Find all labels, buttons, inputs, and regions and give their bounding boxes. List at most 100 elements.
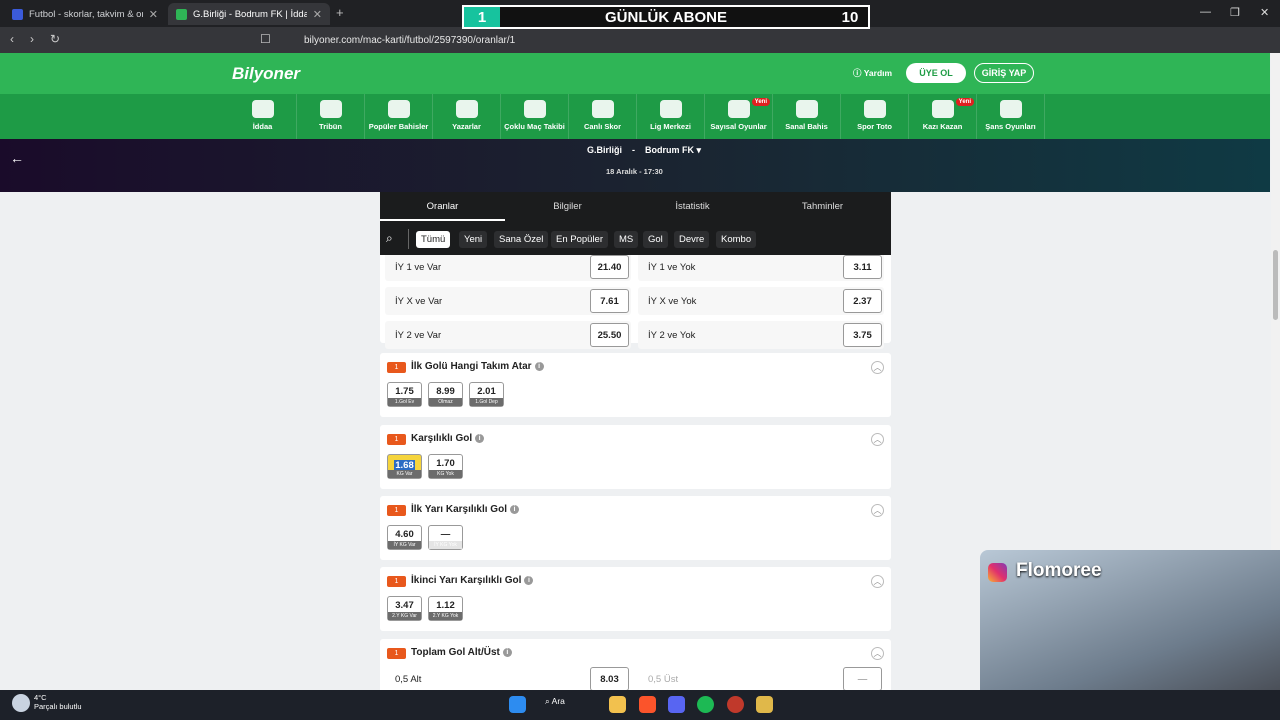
nav-item[interactable]: Lig Merkezi bbox=[637, 94, 705, 139]
forward-icon[interactable]: › bbox=[30, 32, 34, 46]
odds-row[interactable]: İY X ve Yok 2.37 bbox=[638, 287, 884, 315]
match-teams: G.Birliği - Bodrum FK ▾ bbox=[587, 145, 701, 156]
info-icon[interactable]: i bbox=[475, 433, 485, 443]
odds-button[interactable]: 1.70 KG Yok bbox=[428, 454, 463, 479]
nav-label: Lig Merkezi bbox=[650, 122, 691, 131]
nav-item[interactable]: Kazı Kazan Yeni bbox=[909, 94, 977, 139]
odds-row[interactable]: İY 1 ve Yok 3.11 bbox=[638, 255, 884, 281]
market-title-text: İkinci Yarı Karşılıklı Gol bbox=[411, 575, 522, 586]
odds-row[interactable]: İY 1 ve Var 21.40 bbox=[385, 255, 631, 281]
app-icon-2[interactable] bbox=[756, 696, 773, 713]
info-icon[interactable]: i bbox=[534, 361, 544, 371]
bilyoner-logo[interactable]: Bilyoner bbox=[232, 64, 300, 84]
nav-item[interactable]: Sanal Bahis bbox=[773, 94, 841, 139]
help-link[interactable]: ⓘ Yardım bbox=[853, 67, 892, 79]
collapse-icon[interactable]: ︿ bbox=[871, 361, 884, 374]
info-icon[interactable]: i bbox=[524, 575, 534, 585]
nav-item[interactable]: Çoklu Maç Takibi bbox=[501, 94, 569, 139]
nav-label: Sayısal Oyunlar bbox=[710, 122, 767, 131]
windows-start-icon[interactable] bbox=[509, 696, 526, 713]
browser-tab-flashscore[interactable]: Futbol - skorlar, takvim & oranlar | Sc … bbox=[4, 3, 166, 25]
overlay-left-number: 1 bbox=[464, 7, 500, 27]
filter-chip[interactable]: Devre bbox=[674, 231, 710, 248]
market-title-text: Toplam Gol Alt/Üst bbox=[411, 647, 500, 658]
odds-row[interactable]: İY 2 ve Var 25.50 bbox=[385, 321, 631, 349]
nav-item[interactable]: Yazarlar bbox=[433, 94, 501, 139]
nav-item[interactable]: Sayısal Oyunlar Yeni bbox=[705, 94, 773, 139]
weather-widget[interactable]: 4°C Parçalı bulutlu bbox=[34, 693, 82, 711]
odds-label: 1.Gol Ev bbox=[388, 398, 421, 406]
nav-label: Yazarlar bbox=[452, 122, 481, 131]
close-window-button[interactable]: ✕ bbox=[1260, 6, 1269, 19]
url-field[interactable]: bilyoner.com/mac-karti/futbol/2597390/or… bbox=[282, 30, 1002, 50]
market-badge: 1 bbox=[387, 576, 406, 587]
filter-chip[interactable]: Kombo bbox=[716, 231, 757, 248]
search-icon[interactable]: ⌕ bbox=[386, 231, 393, 246]
odds-button[interactable]: 2.01 1.Gol Dep bbox=[469, 382, 504, 407]
close-tab-icon[interactable]: ✕ bbox=[313, 8, 322, 21]
odds-value: 1.12 bbox=[436, 600, 455, 611]
tab-bilgiler[interactable]: Bilgiler bbox=[505, 201, 630, 212]
nav-item[interactable]: İddaa bbox=[229, 94, 297, 139]
tab-oranlar[interactable]: Oranlar bbox=[380, 201, 505, 212]
filter-chip[interactable]: Sana Özel bbox=[494, 231, 549, 248]
collapse-icon[interactable]: ︿ bbox=[871, 575, 884, 588]
file-explorer-icon[interactable] bbox=[609, 696, 626, 713]
reload-icon[interactable]: ↻ bbox=[50, 32, 60, 46]
info-icon[interactable]: i bbox=[509, 504, 519, 514]
odds-row[interactable]: İY X ve Var 7.61 bbox=[385, 287, 631, 315]
odds-value: 8.03 bbox=[590, 667, 629, 690]
brave-browser-icon[interactable] bbox=[639, 696, 656, 713]
filter-chip[interactable]: Gol bbox=[643, 231, 668, 248]
filter-chip[interactable]: Tümü bbox=[416, 231, 451, 248]
market-badge: 1 bbox=[387, 505, 406, 516]
odds-row[interactable]: İY 2 ve Yok 3.75 bbox=[638, 321, 884, 349]
odds-label: İY 1 ve Yok bbox=[648, 261, 696, 273]
weather-desc: Parçalı bulutlu bbox=[34, 702, 82, 711]
odds-tabs: Oranlar Bilgiler İstatistik Tahminler bbox=[380, 192, 891, 222]
odds-button[interactable]: — İY KG Yok bbox=[428, 525, 463, 550]
collapse-icon[interactable]: ︿ bbox=[871, 433, 884, 446]
back-icon[interactable]: ‹ bbox=[10, 32, 14, 46]
bookmark-icon[interactable]: ☐ bbox=[260, 32, 271, 46]
collapse-icon[interactable]: ︿ bbox=[871, 504, 884, 517]
info-icon[interactable]: i bbox=[502, 647, 512, 657]
away-team-dropdown[interactable]: Bodrum FK ▾ bbox=[645, 145, 701, 155]
filter-chip[interactable]: En Popüler bbox=[551, 231, 609, 248]
filter-chip[interactable]: Yeni bbox=[459, 231, 488, 248]
scrollbar-thumb[interactable] bbox=[1273, 250, 1278, 320]
nav-icon bbox=[591, 100, 614, 118]
odds-button[interactable]: 3.47 2.Y KG Var bbox=[387, 596, 422, 621]
close-tab-icon[interactable]: ✕ bbox=[149, 8, 158, 21]
signup-button[interactable]: ÜYE OL bbox=[906, 63, 966, 83]
collapse-icon[interactable]: ︿ bbox=[871, 647, 884, 660]
nav-item[interactable]: Şans Oyunları bbox=[977, 94, 1045, 139]
odds-row[interactable]: 0,5 Üst — bbox=[638, 665, 884, 690]
odds-button[interactable]: 8.99 Olmaz bbox=[428, 382, 463, 407]
maximize-button[interactable]: ❐ bbox=[1230, 6, 1240, 19]
nav-item[interactable]: Popüler Bahisler bbox=[365, 94, 433, 139]
minimize-button[interactable]: — bbox=[1200, 6, 1211, 18]
app-icon[interactable] bbox=[727, 696, 744, 713]
discord-icon[interactable] bbox=[668, 696, 685, 713]
odds-button[interactable]: 1.12 2.Y KG Yok bbox=[428, 596, 463, 621]
odds-value: 3.75 bbox=[843, 323, 882, 347]
filter-chip[interactable]: MS bbox=[614, 231, 639, 248]
tab-tahminler[interactable]: Tahminler bbox=[760, 201, 885, 212]
odds-row[interactable]: 0,5 Alt 8.03 bbox=[385, 665, 631, 690]
odds-label: İY 2 ve Var bbox=[395, 329, 442, 341]
nav-label: Kazı Kazan bbox=[922, 122, 963, 131]
back-arrow-icon[interactable]: ← bbox=[10, 150, 24, 166]
odds-button[interactable]: 1.75 1.Gol Ev bbox=[387, 382, 422, 407]
nav-item[interactable]: Spor Toto bbox=[841, 94, 909, 139]
spotify-icon[interactable] bbox=[697, 696, 714, 713]
nav-item[interactable]: Canlı Skor bbox=[569, 94, 637, 139]
odds-button[interactable]: 1.68 KG Var bbox=[387, 454, 422, 479]
login-button[interactable]: GİRİŞ YAP bbox=[974, 63, 1034, 83]
odds-button[interactable]: 4.60 İY KG Var bbox=[387, 525, 422, 550]
nav-item[interactable]: Tribün bbox=[297, 94, 365, 139]
taskbar-search[interactable]: ⌕ Ara bbox=[545, 696, 565, 707]
browser-tab-bilyoner[interactable]: G.Birliği - Bodrum FK | İddaa Or... ✕ bbox=[168, 3, 330, 25]
tab-istatistik[interactable]: İstatistik bbox=[630, 201, 755, 212]
new-tab-button[interactable]: + bbox=[336, 5, 344, 20]
